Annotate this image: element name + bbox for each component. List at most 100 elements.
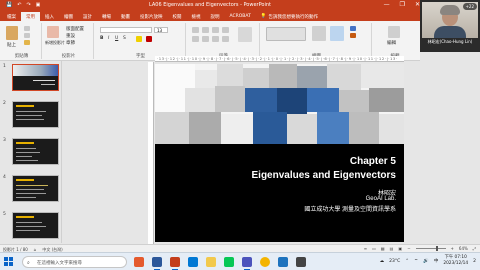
zoom-out-button[interactable]: − bbox=[407, 246, 410, 251]
thumbnail-number: 2 bbox=[3, 101, 6, 106]
reading-view-button[interactable]: ▤ bbox=[390, 246, 394, 251]
editing-button[interactable]: 編輯 bbox=[387, 40, 396, 46]
zoom-level[interactable]: 64% bbox=[459, 246, 468, 251]
media-player-icon[interactable] bbox=[296, 257, 306, 267]
weather-temperature[interactable]: 23°C bbox=[389, 259, 400, 264]
cube-shape bbox=[243, 68, 269, 88]
copy-icon[interactable] bbox=[24, 33, 30, 38]
slide-editing-canvas[interactable]: Chapter 5 Eigenvalues and Eigenvectors 林… bbox=[155, 64, 404, 242]
outlook-icon[interactable] bbox=[278, 257, 288, 267]
font-name-select[interactable] bbox=[100, 27, 152, 33]
reset-button[interactable]: 重設 bbox=[66, 33, 75, 39]
slide-thumbnail-1[interactable] bbox=[12, 64, 59, 91]
fit-to-window-icon[interactable]: ⤢ bbox=[473, 246, 476, 251]
notification-badge[interactable]: 2 bbox=[473, 259, 476, 264]
numbering-icon[interactable] bbox=[202, 27, 209, 33]
tab-review[interactable]: 校閱 bbox=[168, 12, 187, 21]
line-icon[interactable] bbox=[224, 257, 234, 267]
participant-count-badge[interactable]: +22 bbox=[462, 3, 477, 10]
tab-home[interactable]: 常用 bbox=[21, 12, 40, 21]
slide-thumbnail-4[interactable] bbox=[12, 175, 59, 202]
paste-icon[interactable] bbox=[6, 26, 18, 40]
arrange-icon[interactable] bbox=[312, 26, 326, 41]
restore-button[interactable]: ❐ bbox=[400, 1, 405, 8]
tab-animations[interactable]: 動畫 bbox=[116, 12, 135, 21]
thumbnail-text-line bbox=[16, 111, 46, 112]
slide-thumbnail-panel[interactable]: 1 2 3 4 5 bbox=[0, 61, 62, 243]
edge-icon[interactable] bbox=[188, 257, 198, 267]
slideshow-view-button[interactable]: ▣ bbox=[398, 246, 402, 251]
clock[interactable]: 下午 07:10 2023/12/14 bbox=[443, 255, 468, 267]
tab-transitions[interactable]: 轉場 bbox=[97, 12, 116, 21]
slide-thumbnail-2[interactable] bbox=[12, 101, 59, 128]
tab-acrobat[interactable]: ACROBAT bbox=[225, 12, 256, 21]
tab-draw[interactable]: 繪圖 bbox=[59, 12, 78, 21]
tell-me-label: 告訴我您想要執行的動作 bbox=[268, 15, 318, 20]
layout-button[interactable]: 版面配置 bbox=[66, 26, 84, 32]
volume-icon[interactable]: 🔊 bbox=[423, 259, 429, 264]
justify-icon[interactable] bbox=[222, 36, 229, 42]
teams-icon[interactable] bbox=[242, 257, 252, 270]
horizontal-ruler[interactable]: ·13·|·12·|·11·|·10·|·9·|·8·|·7·|·6·|·5·|… bbox=[155, 56, 404, 62]
find-icon[interactable] bbox=[388, 26, 400, 38]
tab-view[interactable]: 檢視 bbox=[187, 12, 206, 21]
shadow-button[interactable]: S bbox=[123, 36, 126, 41]
chrome-icon[interactable] bbox=[260, 257, 270, 267]
new-slide-icon[interactable] bbox=[47, 26, 59, 38]
tab-slideshow[interactable]: 投影片放映 bbox=[135, 12, 168, 21]
chevron-up-icon[interactable]: ⌃ bbox=[405, 259, 409, 264]
increase-indent-icon[interactable] bbox=[222, 27, 229, 33]
tab-file[interactable]: 檔案 bbox=[2, 12, 21, 21]
zoom-slider-knob[interactable] bbox=[435, 246, 438, 251]
tab-help[interactable]: 說明 bbox=[206, 12, 225, 21]
app-icon-taskbar[interactable] bbox=[134, 257, 144, 267]
cut-icon[interactable] bbox=[24, 26, 30, 31]
decrease-indent-icon[interactable] bbox=[212, 27, 219, 33]
taskbar-search-box[interactable]: ⌕ 在這裡輸入文字來搜尋 bbox=[22, 256, 127, 268]
section-button[interactable]: 章節 bbox=[66, 40, 75, 46]
normal-view-button[interactable]: ▭ bbox=[372, 246, 376, 251]
input-language[interactable]: 中 bbox=[434, 258, 439, 264]
minimize-button[interactable]: — bbox=[384, 1, 390, 8]
slide-thumbnail-5[interactable] bbox=[12, 212, 59, 239]
shape-outline-icon[interactable] bbox=[350, 33, 356, 38]
windows-start-icon[interactable] bbox=[4, 257, 14, 267]
align-left-icon[interactable] bbox=[192, 36, 199, 42]
cube-shape bbox=[195, 70, 217, 88]
align-center-icon[interactable] bbox=[202, 36, 209, 42]
italic-button[interactable]: I bbox=[108, 36, 109, 41]
vertical-ruler[interactable] bbox=[148, 62, 154, 244]
slide-thumbnail-3[interactable] bbox=[12, 138, 59, 165]
highlight-icon[interactable] bbox=[136, 36, 142, 42]
align-right-icon[interactable] bbox=[212, 36, 219, 42]
slide-title[interactable]: Eigenvalues and Eigenvectors bbox=[252, 170, 397, 181]
tab-insert[interactable]: 插入 bbox=[40, 12, 59, 21]
slide-university[interactable]: 國立成功大學 測量及空間資訊學系 bbox=[304, 204, 396, 213]
paste-button[interactable]: 貼上 bbox=[7, 42, 16, 48]
text-direction-icon[interactable] bbox=[238, 27, 252, 42]
speaker-video-tile[interactable]: +22 林昭宏(Chao-Hung Lin) bbox=[420, 0, 480, 52]
weather-icon[interactable]: ☁ bbox=[380, 259, 385, 264]
underline-button[interactable]: U bbox=[115, 36, 118, 41]
bold-button[interactable]: B bbox=[100, 36, 103, 41]
font-size-select[interactable]: 13 bbox=[154, 27, 168, 33]
slide-chapter[interactable]: Chapter 5 bbox=[350, 156, 396, 167]
powerpoint-icon[interactable] bbox=[170, 257, 180, 270]
shapes-gallery[interactable] bbox=[266, 27, 306, 41]
word-icon[interactable] bbox=[152, 257, 162, 270]
zoom-slider[interactable] bbox=[415, 246, 446, 251]
zoom-in-button[interactable]: + bbox=[451, 246, 454, 251]
new-slide-button[interactable]: 新增投影片 bbox=[45, 40, 65, 46]
file-explorer-icon[interactable] bbox=[206, 257, 216, 267]
notes-button[interactable]: ≡ bbox=[364, 246, 367, 251]
format-painter-icon[interactable] bbox=[24, 40, 30, 45]
font-color-icon[interactable] bbox=[146, 36, 152, 42]
bullets-icon[interactable] bbox=[192, 27, 199, 33]
slide-sorter-button[interactable]: ▦ bbox=[381, 246, 385, 251]
tab-design[interactable]: 設計 bbox=[78, 12, 97, 21]
tell-me-search[interactable]: 💡 告訴我您想要執行的動作 bbox=[256, 12, 323, 21]
network-icon[interactable]: ⌔ bbox=[414, 258, 418, 264]
shape-fill-icon[interactable] bbox=[350, 26, 356, 31]
quick-styles-icon[interactable] bbox=[330, 26, 344, 41]
slide-lab[interactable]: GeoAI Lab. bbox=[366, 196, 396, 202]
